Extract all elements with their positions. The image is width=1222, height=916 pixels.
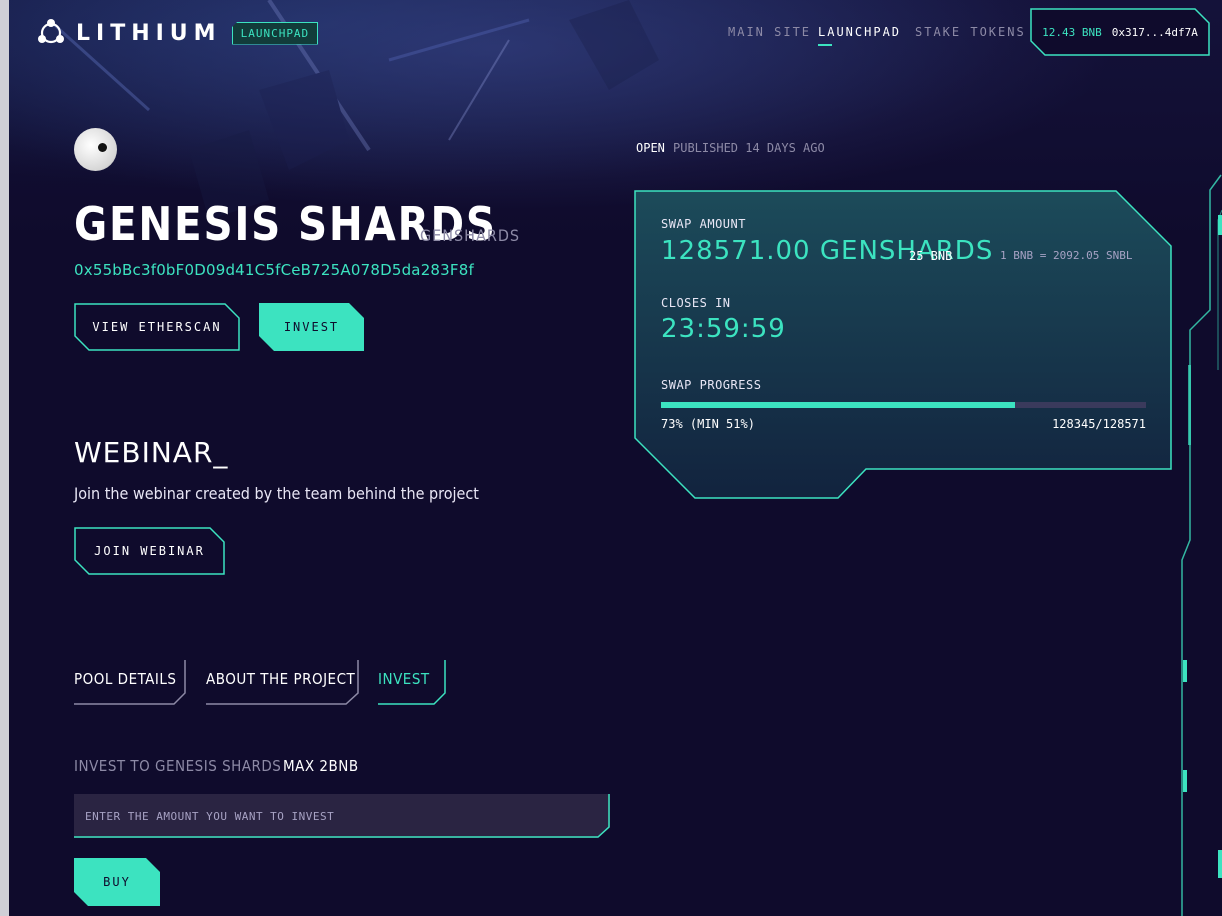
swap-progress-count: 128345/128571 (1052, 417, 1146, 431)
lithium-molecule-icon (38, 19, 64, 44)
tab-invest[interactable]: INVEST (378, 670, 430, 688)
contract-address[interactable]: 0x55bBc3f0bF0D09d41C5fCeB725A078D5da283F… (74, 261, 474, 279)
wallet-button[interactable]: 12.43 BNB 0x317...4df7A (1030, 8, 1210, 56)
view-etherscan-label: VIEW ETHERSCAN (92, 320, 222, 334)
swap-bnb-amount: 25 BNB (909, 249, 953, 263)
nav-launchpad[interactable]: LAUNCHPAD (818, 25, 901, 39)
tab-pool-details[interactable]: POOL DETAILS (74, 670, 176, 688)
project-avatar (74, 128, 117, 171)
brand-logo[interactable]: LITHIUM LAUNCHPAD (36, 18, 319, 48)
nav-active-indicator (818, 44, 832, 46)
buy-button[interactable]: BUY (74, 858, 160, 906)
buy-button-label: BUY (103, 875, 131, 889)
webinar-description: Join the webinar created by the team beh… (74, 484, 479, 503)
join-webinar-button[interactable]: JOIN WEBINAR (74, 527, 225, 575)
side-circuit-decoration (1181, 174, 1222, 916)
invest-max-amount: MAX 2BNB (283, 757, 359, 775)
swap-card: SWAP AMOUNT 128571.00 GENSHARDS 25 BNB 1… (634, 190, 1172, 500)
view-etherscan-button[interactable]: VIEW ETHERSCAN (74, 303, 240, 351)
swap-progress-bar (661, 402, 1146, 408)
swap-progress-percent: 73% (MIN 51%) (661, 417, 755, 431)
published-date: PUBLISHED 14 DAYS AGO (673, 141, 825, 155)
webinar-title: WEBINAR_ (74, 436, 229, 469)
window-edge (0, 0, 9, 916)
wallet-address: 0x317...4df7A (1111, 25, 1198, 39)
invest-form-label: INVEST TO GENESIS SHARDS (74, 757, 282, 775)
swap-rate: 1 BNB = 2092.05 SNBL (1000, 249, 1133, 262)
amount-field-wrapper (74, 794, 610, 838)
logo-wordmark: LITHIUM (76, 20, 222, 46)
pool-status: OPEN (636, 141, 665, 155)
countdown-timer: 23:59:59 (661, 314, 786, 344)
swap-amount-label: SWAP AMOUNT (661, 217, 746, 231)
swap-progress-fill (661, 402, 1016, 408)
project-ticker: GENSHARDS (420, 226, 521, 245)
swap-progress-label: SWAP PROGRESS (661, 378, 762, 392)
join-webinar-label: JOIN WEBINAR (94, 544, 205, 558)
tab-about-project[interactable]: ABOUT THE PROJECT (206, 670, 355, 688)
nav-stake-tokens[interactable]: STAKE TOKENS (915, 25, 1026, 39)
invest-button[interactable]: INVEST (259, 303, 364, 351)
invest-amount-input[interactable] (74, 794, 610, 838)
closes-in-label: CLOSES IN (661, 296, 731, 310)
invest-button-label: INVEST (283, 320, 340, 334)
wallet-balance: 12.43 BNB (1042, 25, 1102, 39)
nav-main-site[interactable]: MAIN SITE (728, 25, 811, 39)
launchpad-badge: LAUNCHPAD (231, 21, 319, 45)
